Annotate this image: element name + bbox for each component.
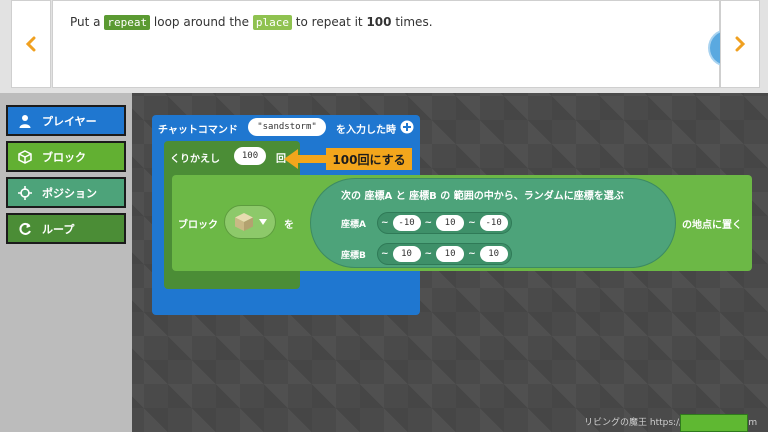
prev-step-button[interactable]: [11, 0, 51, 88]
command-name-field[interactable]: "sandstorm": [248, 118, 326, 136]
position-a-label: 座標A: [341, 220, 366, 230]
position-b-y-field[interactable]: 10: [436, 246, 465, 262]
chevron-right-icon: [735, 36, 746, 52]
toolbox-panel: プレイヤー ブロック ポジション ループ: [0, 93, 132, 432]
block-type-dropdown[interactable]: [224, 205, 276, 239]
position-a-z-field[interactable]: -10: [479, 215, 508, 231]
instruction-text: Put a repeat loop around the place to re…: [70, 15, 433, 30]
next-step-button[interactable]: [720, 0, 760, 88]
position-b-x-field[interactable]: 10: [392, 246, 421, 262]
repeat-count-text: 100: [366, 15, 392, 29]
random-position-block[interactable]: 次の 座標A と 座標B の 範囲の中から、ランダムに座標を選ぶ 座標A ~ -…: [310, 178, 676, 268]
category-player[interactable]: プレイヤー: [6, 105, 126, 136]
repeat-count-field[interactable]: 100: [234, 147, 266, 165]
cube-icon: [18, 149, 32, 164]
place-block-label: ブロック: [178, 220, 218, 231]
position-b-label: 座標B: [341, 251, 366, 261]
category-loop[interactable]: ループ: [6, 213, 126, 244]
random-position-title: 次の 座標A と 座標B の 範囲の中から、ランダムに座標を選ぶ: [341, 191, 624, 202]
position-a-x-field[interactable]: -10: [392, 215, 421, 231]
sand-block-icon: [235, 213, 253, 231]
chat-command-suffix: を入力した時: [336, 125, 396, 136]
place-block[interactable]: ブロック を 次の 座標A と 座標B の 範囲の中から、ランダムに座標を選ぶ …: [172, 175, 752, 271]
loop-icon: [19, 222, 31, 235]
position-b-block[interactable]: ~ 10 ~ 10 ~ 10: [377, 243, 512, 265]
player-icon: [19, 114, 31, 128]
category-block[interactable]: ブロック: [6, 141, 126, 172]
category-position[interactable]: ポジション: [6, 177, 126, 208]
add-parameter-icon[interactable]: [400, 120, 414, 134]
place-suffix-label: の地点に置く: [682, 220, 742, 231]
chat-command-header: チャットコマンド "sandstorm" を入力した時: [152, 115, 420, 139]
chat-command-label: チャットコマンド: [158, 125, 238, 136]
repeat-block-footer: [164, 269, 300, 289]
tutorial-bar: Put a repeat loop around the place to re…: [0, 0, 768, 93]
arrow-left-icon: [284, 149, 326, 169]
place-code-tag: place: [252, 15, 292, 30]
instruction-panel: Put a repeat loop around the place to re…: [52, 0, 744, 88]
position-a-y-field[interactable]: 10: [436, 215, 465, 231]
crosshair-icon: [18, 185, 32, 200]
code-workspace: チャットコマンド "sandstorm" を入力した時 くりかえし 100 回 …: [132, 93, 768, 432]
repeat-label: くりかえし: [170, 154, 220, 165]
position-a-block[interactable]: ~ -10 ~ 10 ~ -10: [377, 212, 512, 234]
tutorial-callout: 100回にする: [282, 148, 412, 170]
callout-text: 100回にする: [326, 148, 412, 170]
chevron-down-icon: [259, 219, 267, 225]
run-button[interactable]: [680, 414, 748, 432]
repeat-code-tag: repeat: [104, 15, 151, 30]
place-particle-label: を: [284, 220, 294, 231]
position-b-z-field[interactable]: 10: [479, 246, 508, 262]
chat-command-footer: [152, 293, 420, 315]
chevron-left-icon: [25, 36, 36, 52]
